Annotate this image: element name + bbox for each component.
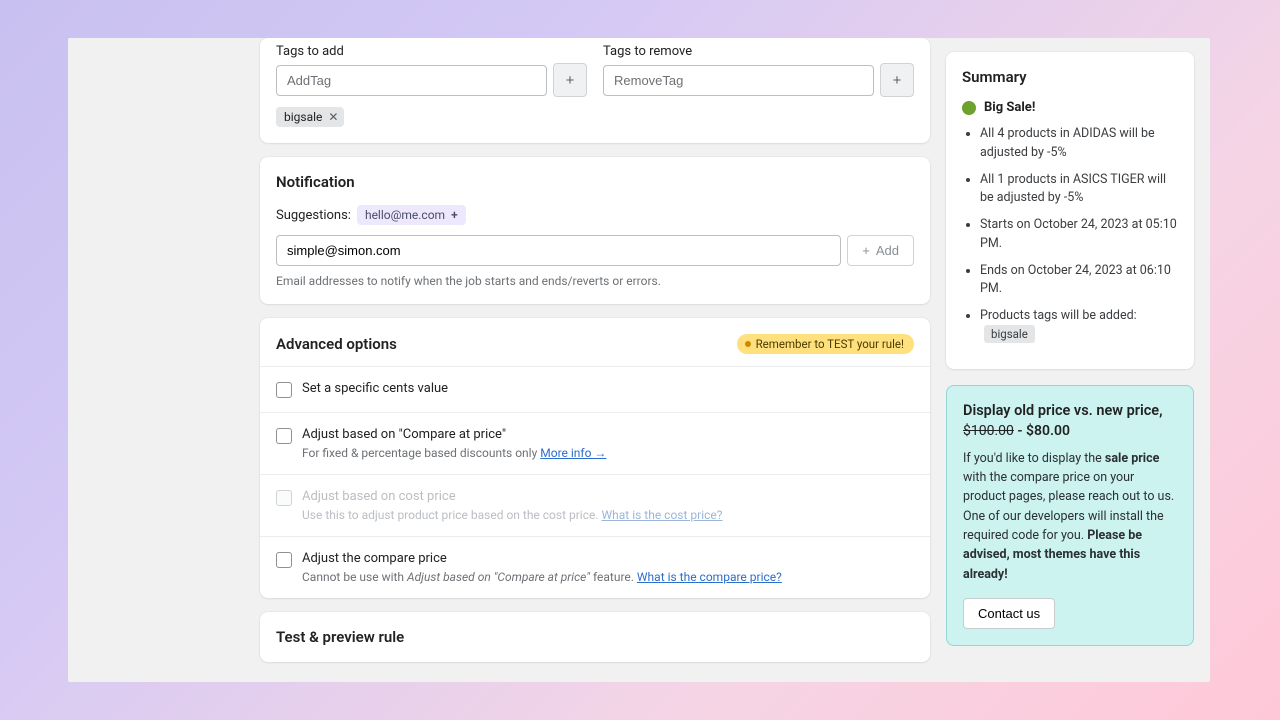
plus-icon: + <box>451 208 458 222</box>
summary-item: All 1 products in ASICS TIGER will be ad… <box>980 171 1178 209</box>
tag-chip: bigsale ✕ <box>276 107 344 127</box>
test-preview-card: Test & preview rule <box>260 612 930 662</box>
tags-add-label: Tags to add <box>276 44 587 59</box>
notification-email-input[interactable] <box>276 235 841 266</box>
option-cost-price: Adjust based on cost price Use this to a… <box>260 474 930 536</box>
tag-chip-remove[interactable]: ✕ <box>328 110 338 124</box>
summary-item: Ends on October 24, 2023 at 06:10 PM. <box>980 262 1178 300</box>
option-title: Adjust based on cost price <box>302 489 914 504</box>
more-info-link[interactable]: More info → <box>540 446 606 460</box>
option-title: Adjust based on "Compare at price" <box>302 427 914 442</box>
promo-heading: Display old price vs. new price, <box>963 402 1177 419</box>
option-subtitle: Use this to adjust product price based o… <box>302 508 602 522</box>
plus-icon: + <box>862 243 870 258</box>
promo-old-price: $100.00 <box>963 423 1014 439</box>
tags-add-plus-button[interactable]: + <box>553 63 587 97</box>
suggestion-chip[interactable]: hello@me.com + <box>357 205 466 225</box>
status-active-icon <box>962 101 976 115</box>
promo-text: If you'd like to display the sale price … <box>963 449 1177 585</box>
summary-list: All 4 products in ADIDAS will be adjuste… <box>962 125 1178 345</box>
tags-card: Tags to add + bigsale ✕ Tags to remove <box>260 38 930 143</box>
promo-new-price: $80.00 <box>1026 423 1070 439</box>
option-title: Set a specific cents value <box>302 381 914 396</box>
summary-title: Summary <box>962 68 1178 86</box>
summary-card: Summary Big Sale! All 4 products in ADID… <box>946 52 1194 369</box>
suggestions-label: Suggestions: <box>276 208 351 223</box>
option-compare-at-price[interactable]: Adjust based on "Compare at price" For f… <box>260 412 930 474</box>
add-button-label: Add <box>876 243 899 258</box>
warning-dot-icon <box>745 341 751 347</box>
checkbox[interactable] <box>276 428 292 444</box>
summary-rule-name: Big Sale! <box>984 100 1035 115</box>
test-preview-title: Test & preview rule <box>276 628 914 646</box>
badge-text: Remember to TEST your rule! <box>756 337 904 351</box>
notification-title: Notification <box>276 173 914 191</box>
notification-add-button[interactable]: + Add <box>847 235 914 266</box>
checkbox[interactable] <box>276 552 292 568</box>
compare-price-link[interactable]: What is the compare price? <box>637 570 782 584</box>
checkbox[interactable] <box>276 382 292 398</box>
promo-card: Display old price vs. new price, $100.00… <box>946 385 1194 647</box>
suggestion-email: hello@me.com <box>365 208 445 222</box>
tags-add-input[interactable] <box>276 65 547 96</box>
advanced-title: Advanced options <box>276 335 397 353</box>
notification-card: Notification Suggestions: hello@me.com +… <box>260 157 930 304</box>
summary-item: Products tags will be added: bigsale <box>980 307 1178 345</box>
option-adjust-compare[interactable]: Adjust the compare price Cannot be use w… <box>260 536 930 598</box>
test-reminder-badge: Remember to TEST your rule! <box>737 334 914 354</box>
option-subtitle: For fixed & percentage based discounts o… <box>302 446 540 460</box>
summary-tags-label: Products tags will be added: <box>980 308 1137 323</box>
cost-price-link[interactable]: What is the cost price? <box>602 508 723 522</box>
option-cents-value[interactable]: Set a specific cents value <box>260 366 930 412</box>
summary-item: All 4 products in ADIDAS will be adjuste… <box>980 125 1178 163</box>
tag-chip-label: bigsale <box>284 110 322 124</box>
tags-remove-label: Tags to remove <box>603 44 914 59</box>
notification-helper: Email addresses to notify when the job s… <box>276 274 914 288</box>
summary-item: Starts on October 24, 2023 at 05:10 PM. <box>980 216 1178 254</box>
tags-remove-input[interactable] <box>603 65 874 96</box>
option-title: Adjust the compare price <box>302 551 914 566</box>
summary-tag-chip: bigsale <box>984 325 1035 343</box>
advanced-options-card: Advanced options Remember to TEST your r… <box>260 318 930 598</box>
contact-us-button[interactable]: Contact us <box>963 598 1055 629</box>
checkbox <box>276 490 292 506</box>
tags-remove-plus-button[interactable]: + <box>880 63 914 97</box>
